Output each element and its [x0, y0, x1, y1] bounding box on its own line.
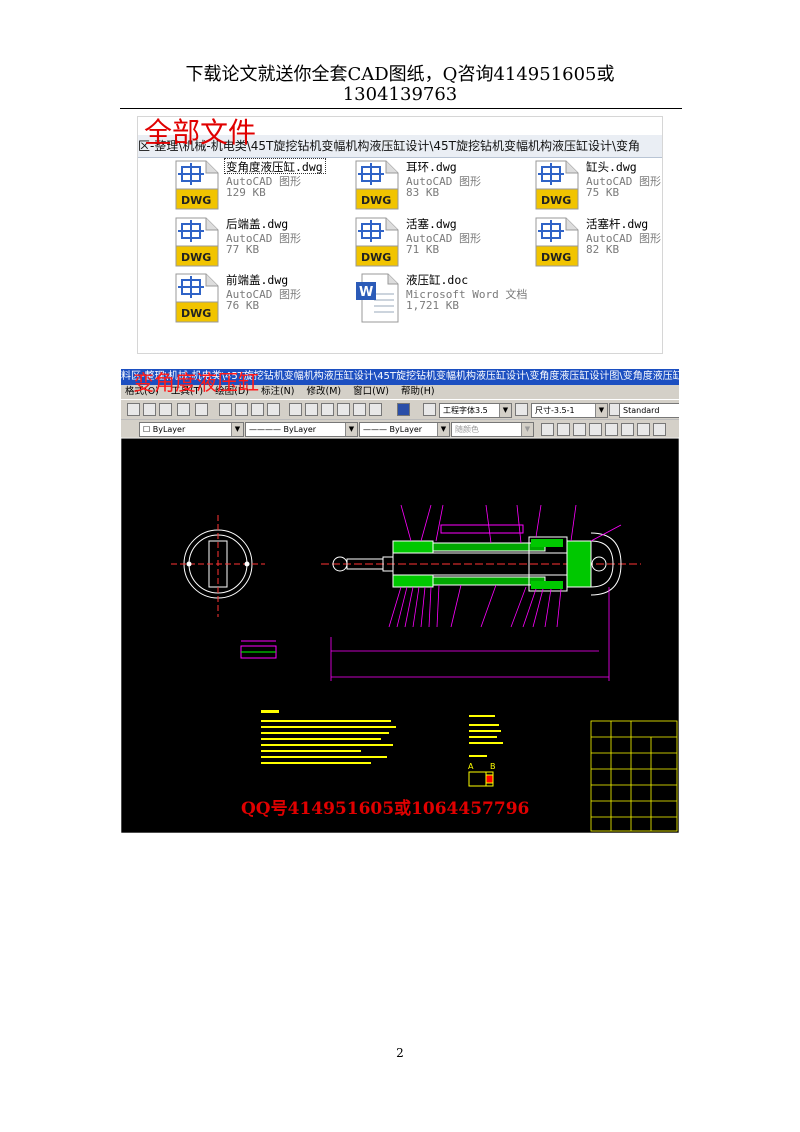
hydraulic-port-a: A [468, 762, 474, 771]
sheet-set-icon[interactable] [337, 403, 350, 416]
menu-item[interactable]: 标注(N) [261, 386, 295, 397]
file-item[interactable]: DWG 变角度液压缸.dwg AutoCAD 图形 129 KB [156, 158, 331, 211]
dim-linear-icon[interactable] [541, 423, 554, 436]
file-size: 77 KB [226, 243, 260, 256]
file-size: 83 KB [406, 186, 440, 199]
dwg-icon: DWG [355, 217, 399, 267]
technical-requirements-notes [261, 710, 396, 764]
dwg-icon: DWG [175, 217, 219, 267]
linetype-select[interactable]: ———— ByLayer ▼ [245, 422, 358, 437]
dwg-icon: DWG [535, 160, 579, 210]
end-view-drawing [171, 515, 265, 617]
dim-style-icon[interactable] [515, 403, 528, 416]
menu-item[interactable]: 帮助(H) [401, 386, 435, 397]
file-size: 76 KB [226, 299, 260, 312]
file-item[interactable]: W 液压缸.doc Microsoft Word 文档 1,721 KB [336, 272, 527, 324]
svg-text:DWG: DWG [541, 251, 571, 264]
autocad-screenshot: 料区-整理\机械-机电类\45T旋挖钻机变幅机构液压缸设计\45T旋挖钻机变幅机… [121, 369, 679, 833]
title-block [590, 720, 678, 832]
svg-text:DWG: DWG [181, 307, 211, 320]
file-item[interactable]: DWG 前端盖.dwg AutoCAD 图形 76 KB [156, 272, 331, 324]
hydraulic-port-b: B [490, 762, 496, 771]
pan-icon[interactable] [219, 403, 232, 416]
svg-text:DWG: DWG [181, 194, 211, 207]
dim-aligned-icon[interactable] [557, 423, 570, 436]
dim-ordinate-icon[interactable] [573, 423, 586, 436]
dim-arc-icon[interactable] [653, 423, 666, 436]
part-leaders [330, 504, 622, 681]
design-center-icon[interactable] [305, 403, 318, 416]
file-explorer-screenshot: 全部文件 区-整理\机械-机电类\45T旋挖钻机变幅机构液压缸设计\45T旋挖钻… [137, 116, 663, 354]
header-rule [120, 108, 682, 109]
file-item[interactable]: DWG 活塞杆.dwg AutoCAD 图形 82 KB [516, 216, 662, 268]
detail-section [240, 640, 277, 659]
match-prop-icon[interactable] [159, 403, 172, 416]
dim-angular-icon[interactable] [621, 423, 634, 436]
file-size: 129 KB [226, 186, 266, 199]
explorer-overlay-title: 全部文件 [144, 116, 257, 149]
calculator-icon[interactable] [369, 403, 382, 416]
file-size: 82 KB [586, 243, 620, 256]
dim-center-icon[interactable] [637, 423, 650, 436]
performance-params [469, 715, 503, 757]
text-style-icon[interactable] [423, 403, 436, 416]
table-style-select[interactable]: Standard [619, 403, 679, 418]
undo-icon[interactable] [177, 403, 190, 416]
cad-properties-toolbar: ☐ ByLayer ▼ ———— ByLayer ▼ ——— ByLayer ▼ 随颜… [121, 419, 679, 439]
hydraulic-symbol [468, 771, 494, 787]
dim-radius-icon[interactable] [589, 423, 602, 436]
file-item[interactable]: DWG 耳环.dwg AutoCAD 图形 83 KB [336, 159, 511, 211]
cad-standard-toolbar: 工程字体3.5 ▼ 尺寸-3.5-1 ▼ Standard [121, 399, 679, 420]
dwg-icon: DWG [535, 217, 579, 267]
menu-item[interactable]: 修改(M) [307, 386, 342, 397]
zoom-realtime-icon[interactable] [235, 403, 248, 416]
word-doc-icon: W [356, 273, 399, 323]
svg-text:DWG: DWG [361, 194, 391, 207]
tool-palette-icon[interactable] [321, 403, 334, 416]
file-size: 71 KB [406, 243, 440, 256]
dim-style-select[interactable]: 尺寸-3.5-1 ▼ [531, 403, 608, 418]
color-select[interactable]: ☐ ByLayer ▼ [139, 422, 244, 437]
cylinder-assembly-drawing [321, 524, 641, 596]
file-size: 75 KB [586, 186, 620, 199]
markup-icon[interactable] [353, 403, 366, 416]
cad-drawing-canvas[interactable]: A B [121, 437, 679, 833]
cad-overlay-title: 变角度液压缸 [133, 371, 259, 395]
zoom-previous-icon[interactable] [267, 403, 280, 416]
header-line-2: 1304139763 [342, 84, 458, 105]
svg-text:DWG: DWG [181, 251, 211, 264]
properties-icon[interactable] [289, 403, 302, 416]
text-style-select[interactable]: 工程字体3.5 ▼ [439, 403, 512, 418]
redo-icon[interactable] [195, 403, 208, 416]
lineweight-select[interactable]: ——— ByLayer ▼ [359, 422, 450, 437]
dim-diameter-icon[interactable] [605, 423, 618, 436]
file-item[interactable]: DWG 缸头.dwg AutoCAD 图形 75 KB [516, 159, 662, 211]
file-item[interactable]: DWG 活塞.dwg AutoCAD 图形 71 KB [336, 216, 511, 268]
plot-style-select[interactable]: 随颜色 ▼ [451, 422, 534, 437]
open-icon[interactable] [127, 403, 140, 416]
svg-text:DWG: DWG [361, 251, 391, 264]
page-number: 2 [396, 1046, 404, 1060]
svg-text:DWG: DWG [541, 194, 571, 207]
header-line-1: 下载论文就送你全套CAD图纸，Q咨询414951605或 [185, 64, 615, 85]
zoom-window-icon[interactable] [251, 403, 264, 416]
qq-contact-overlay: QQ号414951605或1064457796 [241, 799, 530, 819]
pencil-icon[interactable] [143, 403, 156, 416]
dwg-icon: DWG [175, 160, 219, 210]
help-icon[interactable] [397, 403, 410, 416]
menu-item[interactable]: 窗口(W) [353, 386, 389, 397]
file-item[interactable]: DWG 后端盖.dwg AutoCAD 图形 77 KB [156, 216, 331, 268]
file-size: 1,721 KB [406, 299, 459, 312]
dwg-icon: DWG [355, 160, 399, 210]
svg-text:W: W [359, 285, 373, 300]
dwg-icon: DWG [175, 273, 219, 323]
